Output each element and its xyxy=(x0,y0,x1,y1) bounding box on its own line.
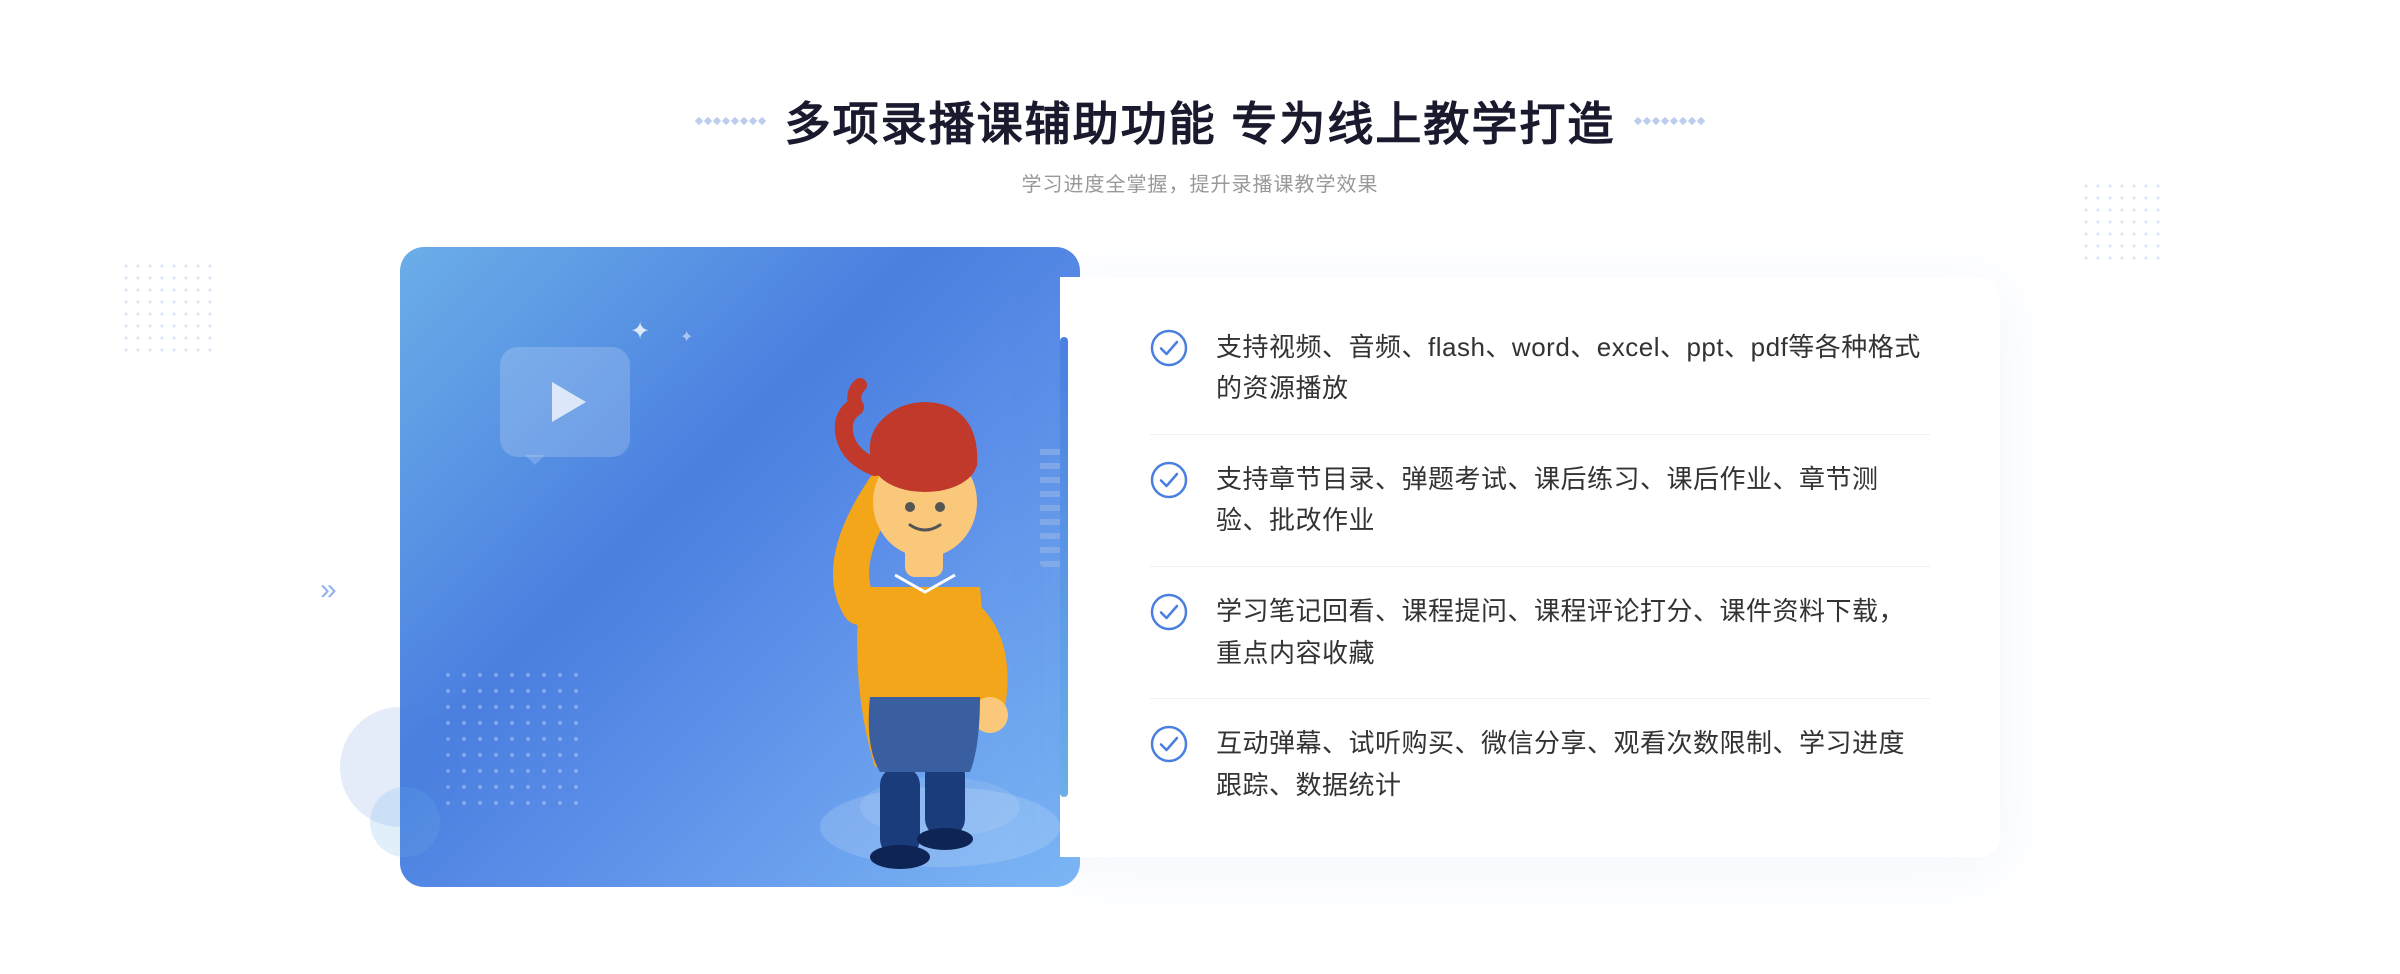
feature-text-1: 支持视频、音频、flash、word、excel、ppt、pdf等各种格式的资源… xyxy=(1216,327,1930,410)
feature-text-4: 互动弹幕、试听购买、微信分享、观看次数限制、学习进度跟踪、数据统计 xyxy=(1216,723,1930,806)
play-icon xyxy=(552,382,586,422)
check-icon-3 xyxy=(1150,593,1188,631)
feature-text-2: 支持章节目录、弹题考试、课后练习、课后作业、章节测验、批改作业 xyxy=(1216,459,1930,542)
main-title: 多项录播课辅助功能 专为线上教学打造 xyxy=(696,88,1705,154)
feature-item-2: 支持章节目录、弹题考试、课后练习、课后作业、章节测验、批改作业 xyxy=(1150,459,1930,542)
illustration-card: ✦ ✦ » xyxy=(400,247,1080,887)
features-panel: 支持视频、音频、flash、word、excel、ppt、pdf等各种格式的资源… xyxy=(1060,277,2000,857)
panel-accent-bar xyxy=(1060,337,1068,797)
dots-decoration-right xyxy=(2080,180,2160,260)
divider-1 xyxy=(1150,434,1930,435)
divider-3 xyxy=(1150,698,1930,699)
feature-item-4: 互动弹幕、试听购买、微信分享、观看次数限制、学习进度跟踪、数据统计 xyxy=(1150,723,1930,806)
dots-decoration-left xyxy=(120,260,220,360)
check-icon-2 xyxy=(1150,461,1188,499)
header-section: 多项录播课辅助功能 专为线上教学打造 学习进度全掌握，提升录播课教学效果 xyxy=(696,88,1705,197)
feature-item-1: 支持视频、音频、flash、word、excel、ppt、pdf等各种格式的资源… xyxy=(1150,327,1930,410)
feature-text-3: 学习笔记回看、课程提问、课程评论打分、课件资料下载，重点内容收藏 xyxy=(1216,591,1930,674)
person-illustration xyxy=(770,307,1110,887)
illustration-dots xyxy=(440,667,580,807)
check-icon-1 xyxy=(1150,329,1188,367)
sparkle-1: ✦ xyxy=(630,317,650,346)
check-icon-4 xyxy=(1150,725,1188,763)
left-chevron-icon: » xyxy=(320,573,337,607)
title-deco-right xyxy=(1635,118,1704,124)
title-text: 多项录播课辅助功能 专为线上教学打造 xyxy=(785,88,1616,154)
play-bubble xyxy=(500,347,630,457)
content-area: ✦ ✦ » xyxy=(400,247,2000,887)
subtitle-text: 学习进度全掌握，提升录播课教学效果 xyxy=(696,168,1705,197)
feature-item-3: 学习笔记回看、课程提问、课程评论打分、课件资料下载，重点内容收藏 xyxy=(1150,591,1930,674)
sparkle-2: ✦ xyxy=(680,327,693,347)
page-container: 多项录播课辅助功能 专为线上教学打造 学习进度全掌握，提升录播课教学效果 ✦ ✦… xyxy=(0,0,2400,974)
circle-decoration-2 xyxy=(370,787,440,857)
divider-2 xyxy=(1150,566,1930,567)
title-deco-left xyxy=(696,118,765,124)
